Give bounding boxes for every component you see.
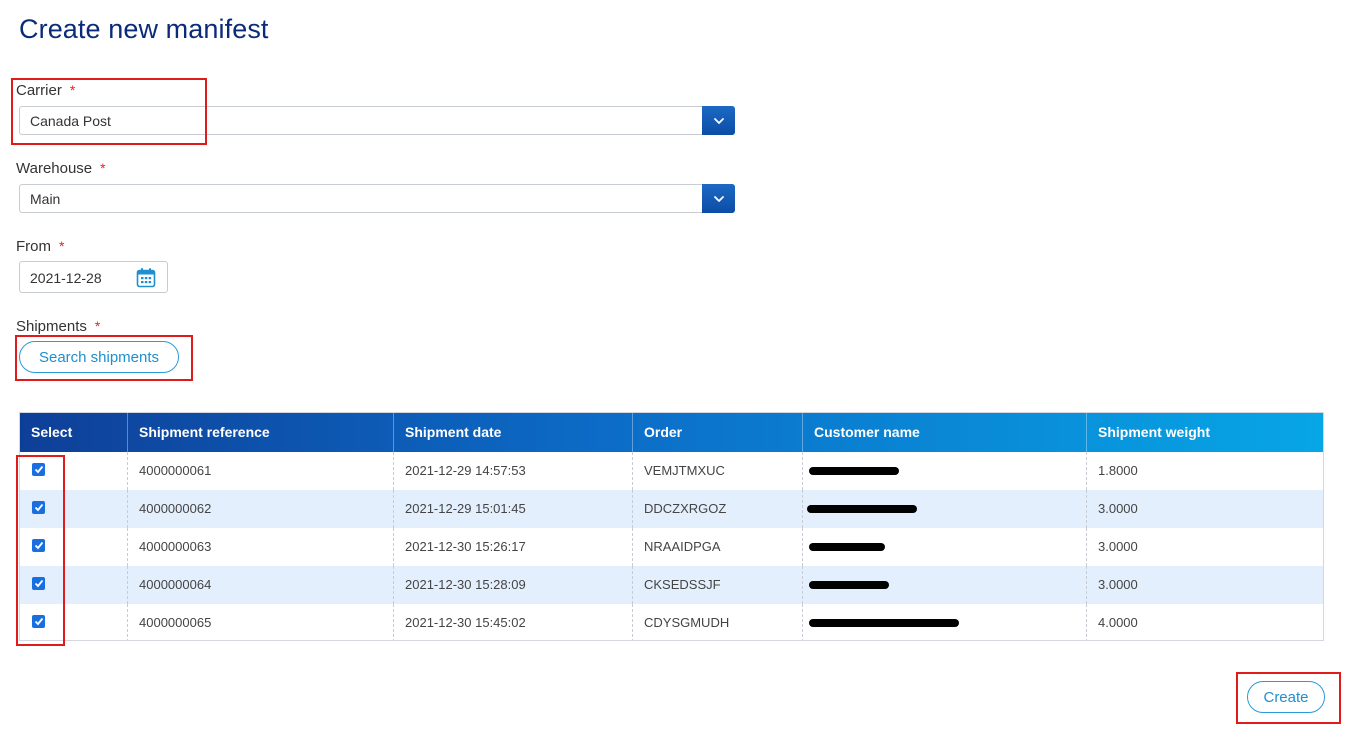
required-mark: * <box>59 238 65 254</box>
shipments-label: Shipments * <box>16 318 100 335</box>
date-cell: 2021-12-29 14:57:53 <box>394 452 633 490</box>
from-label: From * <box>16 238 64 255</box>
warehouse-select-value: Main <box>30 191 61 207</box>
column-header-customer: Customer name <box>803 413 1087 452</box>
warehouse-select[interactable]: Main <box>19 184 735 213</box>
shipments-table: Select Shipment reference Shipment date … <box>19 412 1324 641</box>
calendar-icon[interactable] <box>136 267 156 293</box>
reference-cell: 4000000064 <box>128 566 394 604</box>
column-header-reference: Shipment reference <box>128 413 394 452</box>
chevron-down-icon[interactable] <box>702 106 735 135</box>
weight-cell: 4.0000 <box>1098 615 1138 630</box>
date-cell: 2021-12-30 15:28:09 <box>394 566 633 604</box>
date-cell: 2021-12-30 15:45:02 <box>394 604 633 640</box>
warehouse-label-text: Warehouse <box>16 160 93 177</box>
table-row: 4000000062 2021-12-29 15:01:45 DDCZXRGOZ… <box>20 490 1323 528</box>
redaction-mark <box>809 581 889 589</box>
shipments-label-text: Shipments <box>16 318 87 335</box>
highlight-box-search <box>15 335 193 381</box>
customer-cell <box>803 490 1087 528</box>
warehouse-label: Warehouse * <box>16 160 106 177</box>
reference-cell: 4000000062 <box>128 490 394 528</box>
column-header-weight: Shipment weight <box>1098 424 1210 440</box>
table-row: 4000000063 2021-12-30 15:26:17 NRAAIDPGA… <box>20 528 1323 566</box>
column-header-order: Order <box>633 413 803 452</box>
customer-cell <box>803 528 1087 566</box>
weight-cell: 3.0000 <box>1098 501 1138 516</box>
redaction-mark <box>809 543 885 551</box>
page-title: Create new manifest <box>19 14 269 44</box>
highlight-box-create <box>1236 672 1341 724</box>
table-header: Select Shipment reference Shipment date … <box>20 413 1323 452</box>
customer-cell <box>803 566 1087 604</box>
reference-cell: 4000000063 <box>128 528 394 566</box>
customer-cell <box>803 452 1087 490</box>
order-cell: CKSEDSSJF <box>633 566 803 604</box>
reference-cell: 4000000065 <box>128 604 394 640</box>
customer-cell <box>803 604 1087 640</box>
required-mark: * <box>94 318 101 334</box>
date-cell: 2021-12-30 15:26:17 <box>394 528 633 566</box>
from-label-text: From <box>16 238 51 255</box>
reference-cell: 4000000061 <box>128 452 394 490</box>
column-header-select: Select <box>20 413 128 452</box>
weight-cell: 1.8000 <box>1098 463 1138 478</box>
highlight-box-checkboxes <box>16 455 65 646</box>
highlight-box-carrier <box>11 78 207 145</box>
table-row: 4000000064 2021-12-30 15:28:09 CKSEDSSJF… <box>20 566 1323 604</box>
redaction-mark <box>809 467 899 475</box>
chevron-down-icon[interactable] <box>702 184 735 213</box>
order-cell: VEMJTMXUC <box>633 452 803 490</box>
table-row: 4000000065 2021-12-30 15:45:02 CDYSGMUDH… <box>20 604 1323 640</box>
order-cell: CDYSGMUDH <box>633 604 803 640</box>
date-cell: 2021-12-29 15:01:45 <box>394 490 633 528</box>
weight-cell: 3.0000 <box>1098 577 1138 592</box>
from-date-value: 2021-12-28 <box>30 270 102 286</box>
redaction-mark <box>809 619 959 627</box>
weight-cell: 3.0000 <box>1098 539 1138 554</box>
order-cell: DDCZXRGOZ <box>633 490 803 528</box>
order-cell: NRAAIDPGA <box>633 528 803 566</box>
column-header-date: Shipment date <box>394 413 633 452</box>
table-row: 4000000061 2021-12-29 14:57:53 VEMJTMXUC… <box>20 452 1323 490</box>
redaction-mark <box>807 505 917 513</box>
from-date-input[interactable]: 2021-12-28 <box>19 261 168 293</box>
required-mark: * <box>100 160 106 176</box>
